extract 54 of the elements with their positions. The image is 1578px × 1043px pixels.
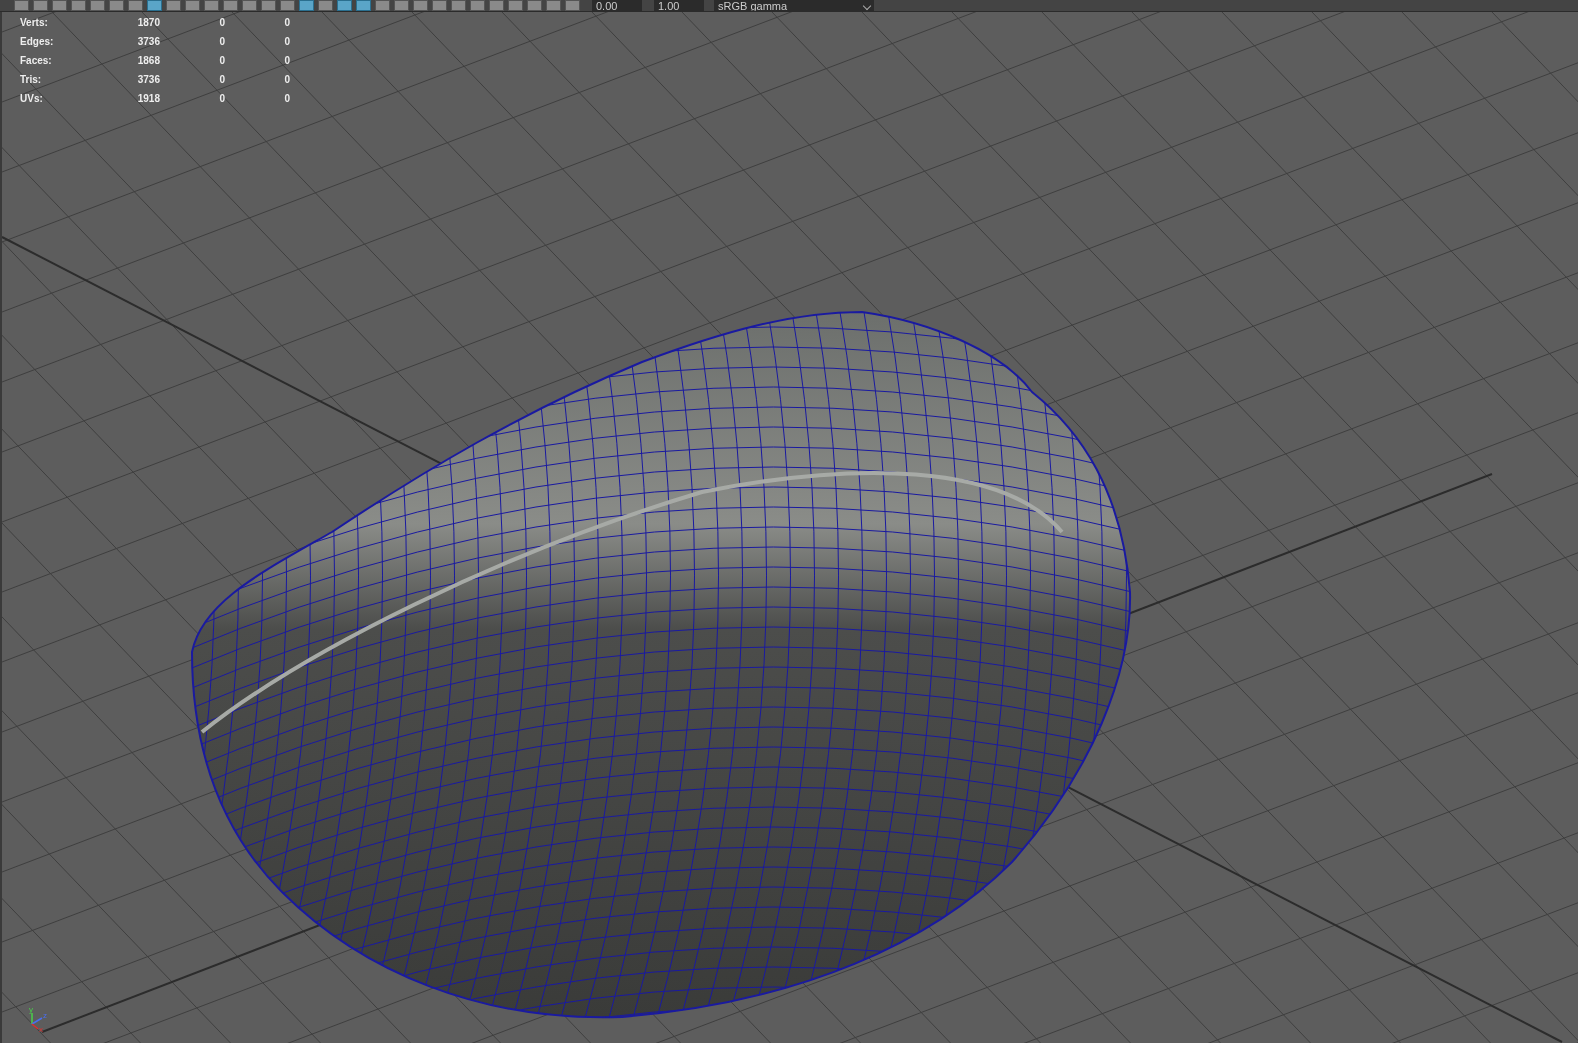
- value-field[interactable]: 1.00: [654, 0, 704, 11]
- toolbar-tool-icon[interactable]: [432, 0, 447, 11]
- value-field[interactable]: 0.00: [592, 0, 642, 11]
- stat-label: Edges:: [20, 35, 54, 49]
- stat-value: 3736: [137, 35, 160, 49]
- stat-value: 1870: [137, 16, 160, 30]
- axis-gizmo-drawing: y z x: [26, 1006, 52, 1032]
- toolbar-tool-icon[interactable]: [223, 0, 238, 11]
- toolbar-tool-icon[interactable]: [185, 0, 200, 11]
- toolbar-tool-icon[interactable]: [299, 0, 314, 11]
- stat-label: UVs:: [20, 92, 43, 106]
- toolbar-tool-icon[interactable]: [394, 0, 409, 11]
- toolbar-tool-icon[interactable]: [242, 0, 257, 11]
- stat-value: 0: [284, 92, 290, 106]
- toolbar-tool-icon[interactable]: [527, 0, 542, 11]
- toolbar-tool-icon[interactable]: [565, 0, 580, 11]
- toolbar-tool-icon[interactable]: [128, 0, 143, 11]
- stat-value: 0: [219, 16, 225, 30]
- toolbar-tool-icon[interactable]: [413, 0, 428, 11]
- toolbar-tool-icon[interactable]: [33, 0, 48, 11]
- toolbar-tool-icon[interactable]: [489, 0, 504, 11]
- toolbar-tool-icon[interactable]: [356, 0, 371, 11]
- color-space-dropdown[interactable]: sRGB gamma: [714, 0, 874, 11]
- toolbar-tool-icon[interactable]: [375, 0, 390, 11]
- stat-value: 0: [219, 35, 225, 49]
- toolbar-tool-icon[interactable]: [71, 0, 86, 11]
- toolbar-tool-icon[interactable]: [90, 0, 105, 11]
- toolbar-tool-icon[interactable]: [14, 0, 29, 11]
- stat-value: 0: [284, 16, 290, 30]
- toolbar-tool-icon[interactable]: [109, 0, 124, 11]
- stat-value: 1868: [137, 54, 160, 68]
- toolbar-tool-icon[interactable]: [280, 0, 295, 11]
- toolbar-tool-icon[interactable]: [318, 0, 333, 11]
- stat-value: 0: [284, 73, 290, 87]
- toolbar-tool-icon[interactable]: [147, 0, 162, 11]
- toolbar-tool-icon[interactable]: [337, 0, 352, 11]
- stat-value: 0: [284, 54, 290, 68]
- stat-value: 0: [219, 73, 225, 87]
- stat-label: Tris:: [20, 73, 42, 87]
- toolbar-tool-icon[interactable]: [204, 0, 219, 11]
- stat-value: 1918: [137, 92, 160, 106]
- toolbar-tool-icon[interactable]: [261, 0, 276, 11]
- stat-label: Verts:: [20, 16, 48, 30]
- toolbar-tool-icon[interactable]: [52, 0, 67, 11]
- stat-value: 0: [219, 54, 225, 68]
- toolbar-tool-icon[interactable]: [166, 0, 181, 11]
- stat-value: 3736: [137, 73, 160, 87]
- stat-value: 0: [284, 35, 290, 49]
- toolbar-tool-icon[interactable]: [546, 0, 561, 11]
- stat-label: Faces:: [20, 54, 52, 68]
- stat-value: 0: [219, 92, 225, 106]
- toolbar-tool-icon[interactable]: [470, 0, 485, 11]
- toolbar-tool-icon[interactable]: [508, 0, 523, 11]
- toolbar-tool-icon[interactable]: [451, 0, 466, 11]
